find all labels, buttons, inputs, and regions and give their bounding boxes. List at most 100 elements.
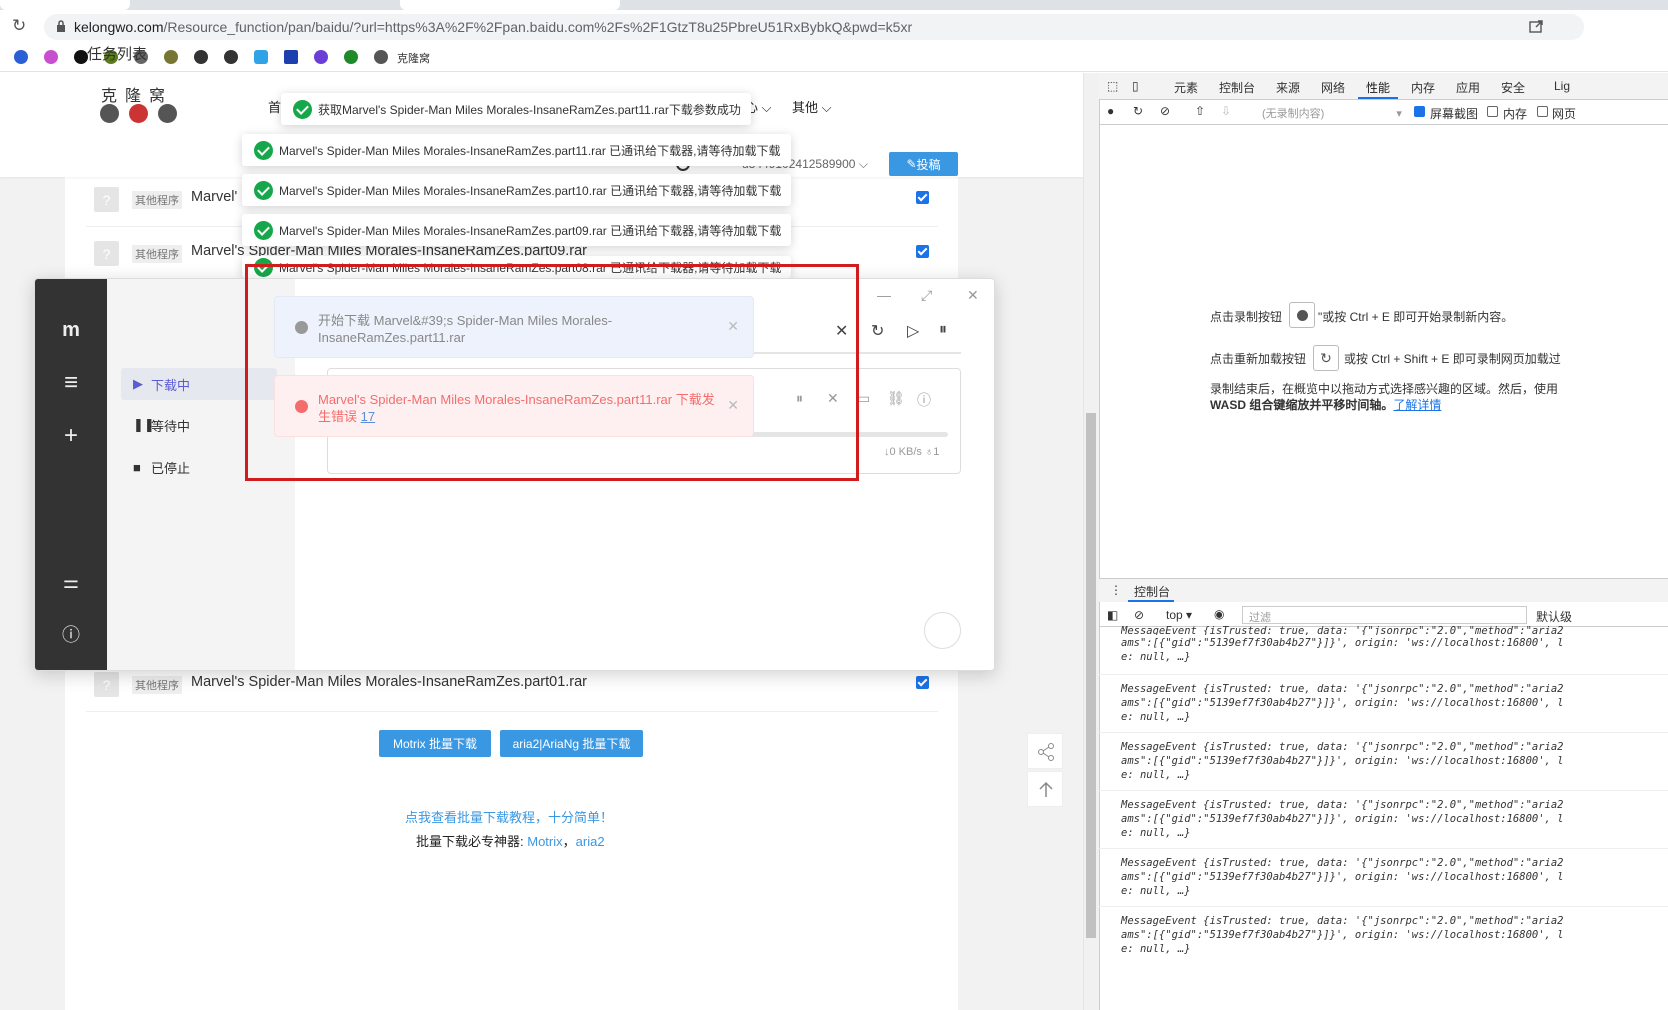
- share-icon: [1038, 743, 1054, 761]
- file-tag: 其他程序: [132, 676, 182, 694]
- record-button[interactable]: [1289, 302, 1315, 328]
- url-text[interactable]: kelongwo.com/Resource_function/pan/baidu…: [74, 19, 912, 35]
- site-logo[interactable]: [100, 104, 177, 123]
- reload-record-button[interactable]: ↻: [1313, 345, 1339, 371]
- close-icon[interactable]: ✕: [967, 287, 979, 304]
- toast-text: 获取Marvel's Spider-Man Miles Morales-Insa…: [318, 102, 741, 117]
- record-icon[interactable]: ●: [1107, 104, 1114, 118]
- bookmark-icon[interactable]: [284, 50, 298, 64]
- minimize-icon[interactable]: —: [877, 287, 891, 303]
- side-share-button[interactable]: [1027, 733, 1063, 769]
- chevron-down-icon: ⌵: [858, 157, 868, 171]
- bookmark-icon[interactable]: [314, 50, 328, 64]
- refresh-icon[interactable]: ↻: [871, 321, 884, 341]
- motrix-link[interactable]: Motrix: [527, 834, 562, 849]
- learn-more-link[interactable]: 了解详情: [1393, 398, 1441, 412]
- pause-icon: ❚❚: [133, 417, 155, 432]
- hint-reload-b: 或按 Ctrl + Shift + E 即可录制网页加载过: [1344, 352, 1561, 366]
- bookmark-label[interactable]: 克隆窝: [397, 50, 430, 66]
- file-checkbox[interactable]: [916, 191, 929, 204]
- bookmark-icon[interactable]: [44, 50, 58, 64]
- bookmark-icon[interactable]: [164, 50, 178, 64]
- screenshot-checkbox[interactable]: [1414, 106, 1425, 117]
- info-icon[interactable]: ⓘ: [917, 390, 931, 410]
- file-name: Marvel's Spider-Man Miles Morales-Insane…: [191, 674, 588, 690]
- maximize-icon[interactable]: ⤢: [921, 287, 932, 304]
- kelongwo-icon[interactable]: [374, 50, 388, 64]
- nav-other[interactable]: 其他 ⌵: [792, 97, 832, 116]
- tab-security[interactable]: 安全: [1501, 79, 1525, 96]
- page-scrollbar[interactable]: [1083, 73, 1099, 1010]
- clear-icon[interactable]: ⊘: [1160, 104, 1170, 118]
- console-log-entry[interactable]: MessageEvent {isTrusted: true, data: '{"…: [1121, 856, 1581, 898]
- more-icon[interactable]: ⋮: [1110, 583, 1122, 597]
- reload-icon[interactable]: ↻: [1133, 104, 1143, 118]
- eye-icon[interactable]: ◉: [1214, 607, 1224, 621]
- console-drawer-header: [1099, 578, 1668, 602]
- share-icon[interactable]: [1528, 18, 1544, 34]
- context-select[interactable]: top ▾: [1166, 608, 1192, 622]
- aria2-link[interactable]: aria2: [576, 834, 605, 849]
- play-icon[interactable]: ▷: [907, 321, 919, 341]
- drawer-tab-console[interactable]: 控制台: [1134, 583, 1170, 600]
- menu-icon[interactable]: ≡: [59, 371, 83, 395]
- console-filter-input[interactable]: 过滤: [1242, 606, 1527, 624]
- log-line: ams":[{"gid":"5139ef7f30ab4b27"}]}', ori…: [1121, 871, 1564, 883]
- aria2-batch-button[interactable]: aria2|AriaNg 批量下载: [500, 730, 643, 757]
- nav-home[interactable]: 首: [268, 97, 281, 116]
- tab-network[interactable]: 网络: [1321, 79, 1345, 96]
- file-checkbox[interactable]: [916, 676, 929, 689]
- help-icon[interactable]: ⓘ: [59, 623, 83, 647]
- tab-performance[interactable]: 性能: [1366, 79, 1390, 96]
- console-log-entry[interactable]: MessageEvent {isTrusted: true, data: '{"…: [1121, 682, 1581, 724]
- memory-checkbox[interactable]: [1487, 106, 1498, 117]
- tab-memory[interactable]: 内存: [1411, 79, 1435, 96]
- console-log-entry[interactable]: MessageEvent {isTrusted: true, data: '{"…: [1121, 740, 1581, 782]
- speedometer-icon[interactable]: [924, 612, 961, 649]
- bilibili-icon[interactable]: [254, 50, 268, 64]
- log-level-select[interactable]: 默认级: [1536, 608, 1572, 625]
- browser-tab[interactable]: [0, 0, 130, 10]
- download-icon[interactable]: ⇩: [1221, 104, 1231, 118]
- settings-sliders-icon[interactable]: ⚌: [59, 570, 83, 594]
- globe-icon[interactable]: [194, 50, 208, 64]
- arrow-up-icon: [1039, 781, 1053, 797]
- device-icon[interactable]: ▯: [1132, 79, 1139, 93]
- sidebar-toggle-icon[interactable]: ◧: [1107, 608, 1118, 622]
- check-icon: [293, 99, 312, 119]
- globe-icon[interactable]: [224, 50, 238, 64]
- tutorial-link[interactable]: 点我查看批量下载教程，十分简单！: [405, 807, 613, 826]
- reload-icon[interactable]: ↻: [12, 16, 26, 36]
- tab-application[interactable]: 应用: [1456, 79, 1480, 96]
- file-type-icon: ?: [94, 672, 119, 697]
- recording-select[interactable]: (无录制内容) ▾: [1262, 105, 1402, 121]
- file-checkbox[interactable]: [916, 245, 929, 258]
- post-button[interactable]: ✎ 投稿: [889, 152, 958, 176]
- inspect-icon[interactable]: ⬚: [1107, 79, 1118, 93]
- pause-icon[interactable]: ⏸: [939, 321, 947, 339]
- console-log-entry[interactable]: MessageEvent {isTrusted: true, data: '{"…: [1121, 798, 1581, 840]
- browser-tab-active[interactable]: [400, 0, 620, 10]
- url-host: kelongwo.com: [74, 19, 164, 35]
- lock-icon[interactable]: [56, 20, 66, 32]
- link-icon[interactable]: ⛓: [887, 390, 905, 407]
- clear-console-icon[interactable]: ⊘: [1134, 608, 1144, 622]
- baidu-icon[interactable]: [14, 50, 28, 64]
- motrix-rail: m ≡ + ⚌ ⓘ: [35, 279, 107, 670]
- tab-console[interactable]: 控制台: [1219, 79, 1255, 96]
- tab-sources[interactable]: 来源: [1276, 79, 1300, 96]
- tab-lighthouse[interactable]: Lig: [1554, 79, 1570, 93]
- web-vitals-checkbox[interactable]: [1537, 106, 1548, 117]
- console-log-entry[interactable]: MessageEvent {isTrusted: true, data: '{"…: [1121, 914, 1581, 956]
- console-log-entry[interactable]: ams":[{"gid":"5139ef7f30ab4b27"}]}', ori…: [1121, 636, 1581, 664]
- tree-icon[interactable]: [344, 50, 358, 64]
- site-logo-text[interactable]: 克隆窝: [101, 82, 173, 106]
- toast: 获取Marvel's Spider-Man Miles Morales-Insa…: [281, 93, 751, 125]
- scrollbar-thumb[interactable]: [1086, 413, 1096, 938]
- motrix-batch-button[interactable]: Motrix 批量下载: [379, 730, 491, 757]
- bookmark-icon[interactable]: [74, 50, 88, 64]
- back-to-top-button[interactable]: [1027, 771, 1063, 807]
- tab-elements[interactable]: 元素: [1174, 79, 1198, 96]
- upload-icon[interactable]: ⇧: [1195, 104, 1205, 118]
- add-task-icon[interactable]: +: [59, 424, 83, 448]
